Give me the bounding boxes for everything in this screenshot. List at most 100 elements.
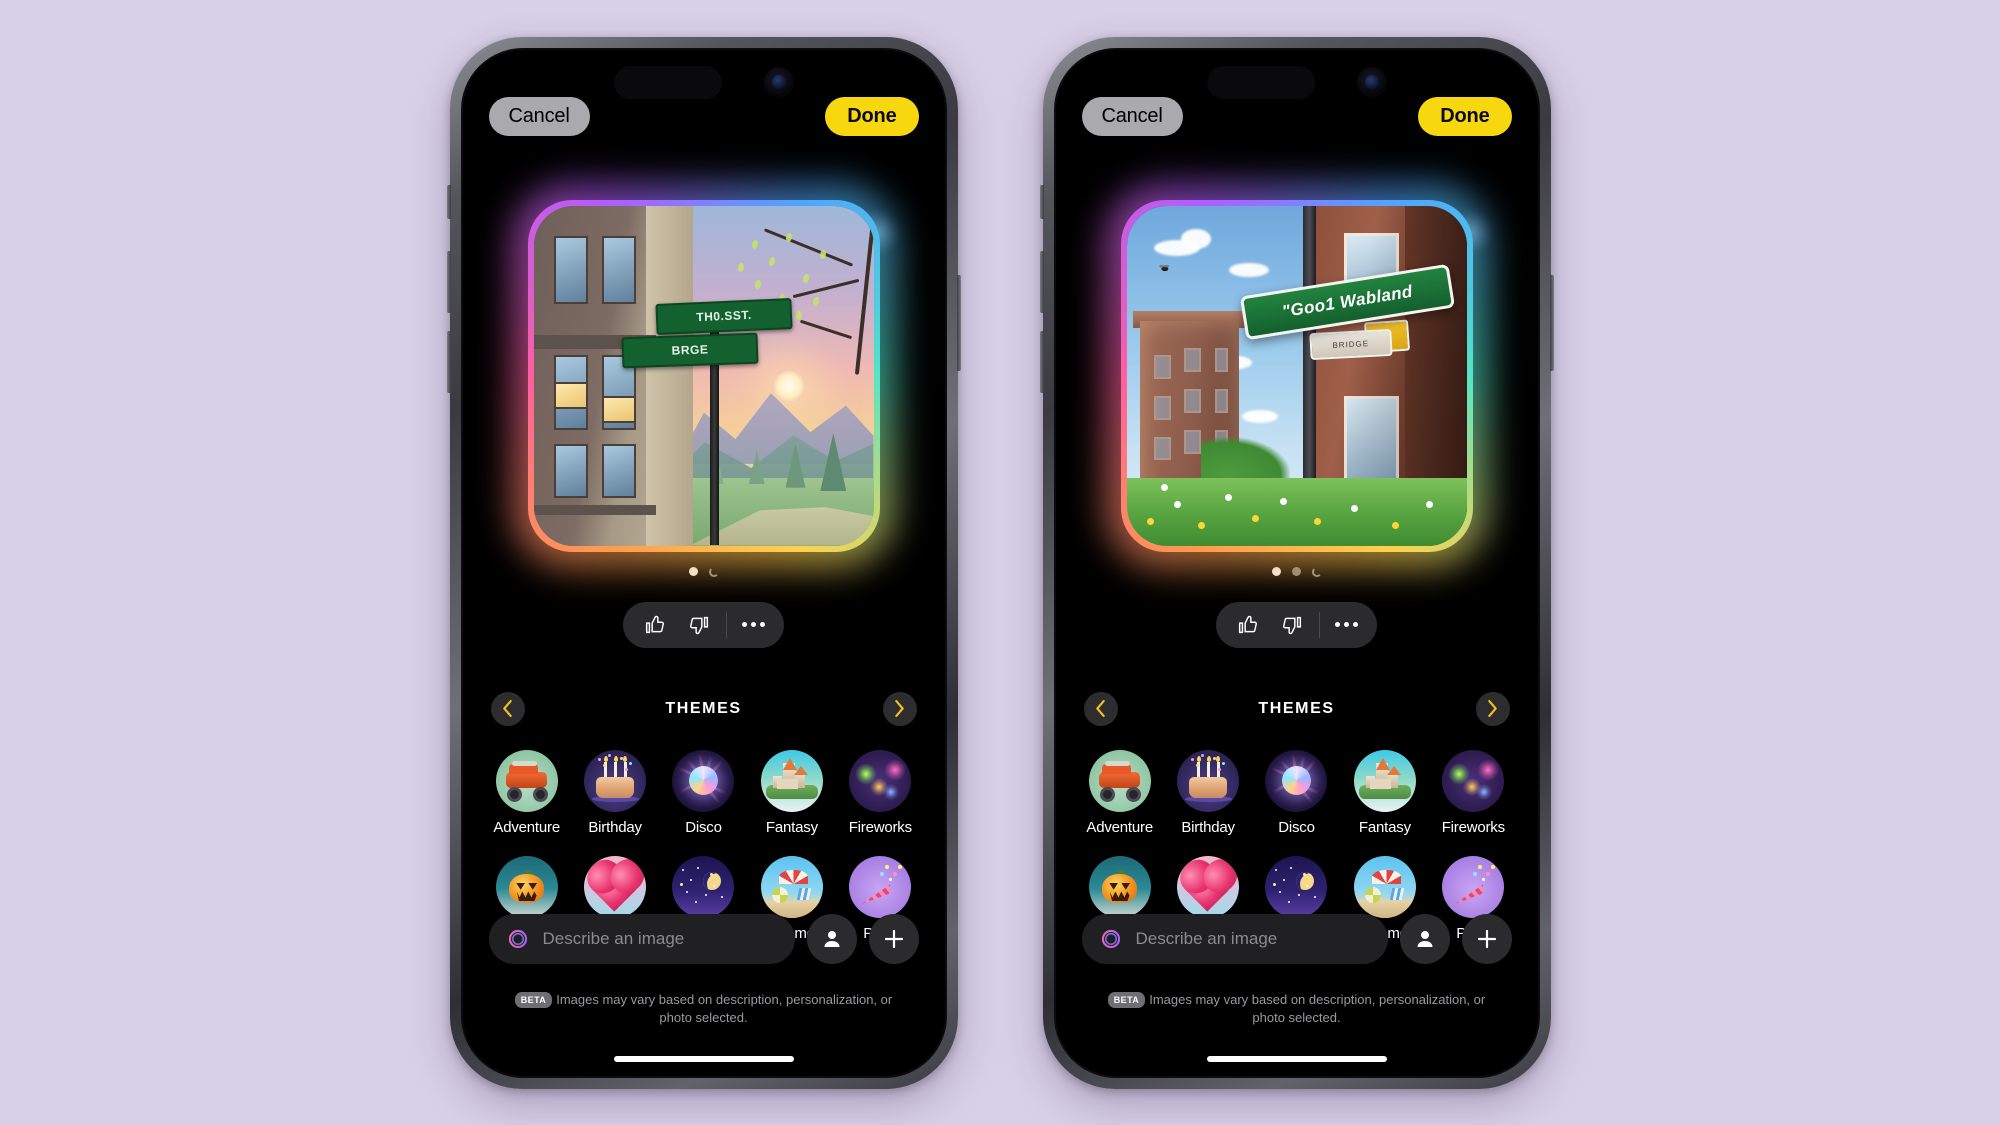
themes-next-button[interactable] [1475,691,1510,726]
themes-prev-button[interactable] [1083,691,1118,726]
toolbar-divider [1319,611,1320,638]
done-button[interactable]: Done [1418,97,1512,136]
prompt-field-left[interactable] [488,913,795,964]
thumbs-up-icon [1238,615,1257,633]
describe-image-input[interactable] [1135,928,1372,949]
theme-label: Birthday [1181,818,1235,836]
add-button[interactable] [1461,913,1512,964]
street-sign-bottom: BRGE [621,332,759,368]
theme-item-fireworks[interactable]: Fireworks [1442,749,1505,836]
theme-item-fireworks[interactable]: Fireworks [848,749,912,836]
cancel-button[interactable]: Cancel [488,97,590,136]
theme-item-fantasy[interactable]: Fantasy [760,749,823,836]
theme-label: Disco [1278,818,1315,836]
theme-item-disco[interactable]: Disco [1265,749,1328,836]
phone-left-screen: Cancel Done TH0.SST. BRGE THEMES Adventu… [460,47,947,1078]
add-button[interactable] [868,913,919,964]
thumbs-down-button[interactable] [1270,602,1316,648]
theme-item-adventure[interactable]: Adventure [1086,749,1153,836]
themes-title: THEMES [1258,699,1335,717]
prompt-row-left [463,913,945,964]
prompt-field-right[interactable] [1081,913,1388,964]
beta-badge: BETA [1107,991,1146,1009]
toolbar-divider [726,611,727,638]
home-indicator[interactable] [1206,1055,1387,1062]
cancel-button[interactable]: Cancel [1081,97,1183,136]
bee-icon [1157,260,1171,272]
fireworks-icon [1442,749,1505,812]
volume-down-button[interactable] [446,330,451,393]
thumbs-down-button[interactable] [677,602,723,648]
theme-label: Birthday [588,818,642,836]
phone-right-screen: Cancel Done BRIDGE "Goo1 Wabland THEMES … [1053,47,1540,1078]
done-button[interactable]: Done [825,97,919,136]
ellipsis-icon [1334,622,1358,627]
artwork-dusk-city: TH0.SST. BRGE [533,205,874,546]
power-button[interactable] [1549,274,1554,371]
theme-label: Fantasy [765,818,818,836]
theme-item-adventure[interactable]: Adventure [493,749,560,836]
thumbs-up-icon [645,615,664,633]
street-sign-small: BRIDGE [1309,329,1393,361]
disco-ball-icon [1265,749,1328,812]
chevron-left-icon [503,700,512,717]
party-popper-icon [849,855,912,918]
beta-disclaimer-right: BETA Images may vary based on description… [1056,991,1538,1028]
person-button[interactable] [806,913,857,964]
theme-item-birthday[interactable]: Birthday [1177,749,1240,836]
disco-ball-icon [672,749,735,812]
theme-item-birthday[interactable]: Birthday [584,749,647,836]
disclaimer-text: Images may vary based on description, pe… [556,991,893,1026]
theme-label: Disco [685,818,722,836]
theme-item-disco[interactable]: Disco [672,749,735,836]
thumbs-down-icon [690,616,709,634]
adventure-jeep-icon [1088,749,1151,812]
thumbs-up-button[interactable] [1224,602,1270,648]
more-options-button[interactable] [730,602,776,648]
power-button[interactable] [956,274,961,371]
party-popper-icon [1442,855,1505,918]
theme-label: Adventure [1086,818,1153,836]
more-options-button[interactable] [1323,602,1369,648]
phone-right: Cancel Done BRIDGE "Goo1 Wabland THEMES … [1039,36,1554,1089]
artwork-sunny-brick-street: BRIDGE "Goo1 Wabland [1126,205,1467,546]
chevron-right-icon [895,700,904,717]
theme-label: Fireworks [848,818,912,836]
starry-night-icon [672,855,735,918]
mute-switch[interactable] [446,184,451,219]
themes-header-left: THEMES [463,691,945,726]
chevron-left-icon [1096,700,1105,717]
mute-switch[interactable] [1039,184,1044,219]
front-camera-icon [1356,67,1387,97]
chevron-right-icon [1488,700,1497,717]
thumbs-down-icon [1283,616,1302,634]
feedback-toolbar-left [623,601,784,648]
beta-disclaimer-left: BETA Images may vary based on description… [463,991,945,1028]
volume-up-button[interactable] [1039,250,1044,313]
generated-image-halo: BRIDGE "Goo1 Wabland [1120,199,1473,552]
describe-image-input[interactable] [542,928,779,949]
beta-badge: BETA [514,991,553,1009]
volume-up-button[interactable] [446,250,451,313]
theme-item-fantasy[interactable]: Fantasy [1353,749,1416,836]
plus-icon [1477,929,1496,948]
person-icon [1417,930,1432,947]
generated-image-right[interactable]: BRIDGE "Goo1 Wabland [1126,205,1467,546]
image-preview-area-right: BRIDGE "Goo1 Wabland [1056,199,1538,648]
ellipsis-icon [741,622,765,627]
volume-down-button[interactable] [1039,330,1044,393]
screenshot-canvas: Cancel Done TH0.SST. BRGE THEMES Adventu… [0,0,2000,1125]
themes-title: THEMES [665,699,742,717]
themes-next-button[interactable] [882,691,917,726]
street-sign-top: TH0.SST. [655,297,793,335]
theme-label: Adventure [493,818,560,836]
image-playground-icon [1101,929,1120,948]
theme-label: Fantasy [1358,818,1411,836]
home-indicator[interactable] [613,1055,794,1062]
themes-prev-button[interactable] [490,691,525,726]
thumbs-up-button[interactable] [631,602,677,648]
person-button[interactable] [1399,913,1450,964]
birthday-cake-icon [1177,749,1240,812]
generated-image-left[interactable]: TH0.SST. BRGE [533,205,874,546]
person-icon [824,930,839,947]
